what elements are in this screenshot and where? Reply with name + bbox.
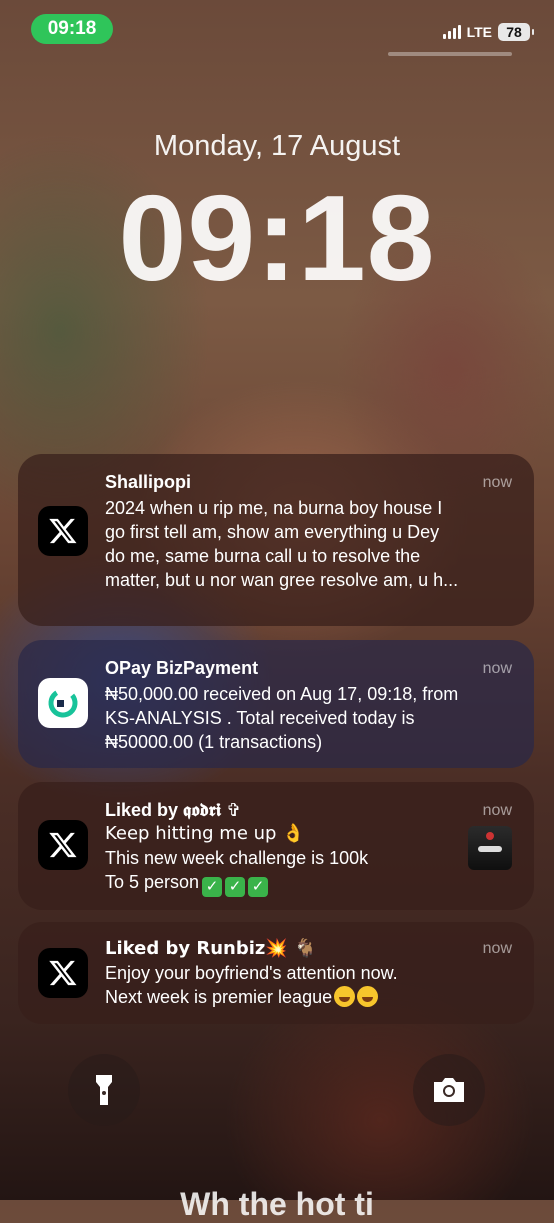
battery-icon: 78 — [498, 23, 534, 41]
body-line: Keep hitting me up 👌 — [105, 823, 305, 844]
media-thumbnail — [468, 826, 512, 870]
notification-title: Liked by 𝖖𝖔𝖉𝖗𝖎 ✞ — [105, 800, 242, 820]
notification-time: now — [482, 940, 512, 957]
body-line: KS-ANALYSIS . Total received today is — [105, 708, 415, 728]
notification-time: now — [482, 474, 512, 491]
check-emoji-icon: ✓ — [225, 877, 246, 897]
notification-body: 2024 when u rip me, na burna boy house I… — [105, 496, 458, 592]
laughing-emoji-icon — [357, 986, 379, 1007]
battery-level: 78 — [506, 24, 522, 40]
body-line-laugh: Next week is premier league — [105, 985, 398, 1009]
status-indicators: LTE 78 — [442, 22, 534, 42]
notification-body: Enjoy your boyfriend's attention now. Ne… — [105, 961, 398, 1009]
x-app-icon — [38, 948, 88, 998]
opay-app-icon — [38, 678, 88, 728]
lockscreen-date: Monday, 17 August — [153, 130, 401, 162]
body-line: 2024 when u rip me, na burna boy house I — [105, 498, 443, 518]
x-app-icon — [38, 820, 88, 870]
body-line: ₦50000.00 (1 transactions) — [105, 732, 323, 752]
laughing-emoji-icon — [334, 986, 356, 1007]
notification-liked-qodri[interactable]: Liked by 𝖖𝖔𝖉𝖗𝖎 ✞ now Keep hitting me up … — [18, 782, 534, 910]
camera-icon — [434, 1078, 464, 1102]
body-line: Next week is premier league — [105, 987, 333, 1007]
camera-button[interactable] — [413, 1054, 485, 1126]
body-line: Enjoy your boyfriend's attention now. — [105, 963, 398, 983]
top-indicator — [388, 52, 512, 56]
body-line: matter, but u nor wan gree resolve am, u… — [105, 570, 459, 590]
flashlight-icon — [96, 1075, 112, 1105]
notification-opay[interactable]: OPay BizPayment now ₦50,000.00 received … — [18, 640, 534, 768]
body-line: do me, same burna call u to resolve the — [105, 546, 421, 566]
body-line: go first tell am, show am everything u D… — [105, 522, 440, 542]
body-line-checks: To 5 person ✓ ✓ ✓ — [105, 870, 368, 897]
x-app-icon — [38, 506, 88, 556]
notification-liked-runbiz[interactable]: Liked by Runbiz💥 🐐 now Enjoy your boyfri… — [18, 922, 534, 1024]
status-bar: 09:18 LTE 78 — [0, 0, 554, 56]
notification-body: Keep hitting me up 👌 This new week chall… — [105, 822, 368, 897]
flashlight-button[interactable] — [68, 1054, 140, 1126]
notification-title: OPay BizPayment — [105, 658, 259, 678]
notification-title: Shallipopi — [105, 472, 192, 492]
lockscreen-clock: 09:18 — [118, 170, 436, 306]
notification-time: now — [482, 802, 512, 819]
body-line: This new week challenge is 100k — [105, 848, 369, 868]
notification-title: Liked by Runbiz💥 🐐 — [105, 938, 317, 959]
partial-caption-text: Wh the hot ti — [180, 1186, 374, 1222]
check-emoji-icon: ✓ — [248, 877, 269, 897]
signal-icon — [442, 25, 461, 39]
status-time[interactable]: 09:18 — [31, 14, 113, 44]
body-line: To 5 person — [105, 872, 200, 892]
notification-body: ₦50,000.00 received on Aug 17, 09:18, fr… — [105, 682, 458, 754]
network-type: LTE — [466, 24, 492, 40]
check-emoji-icon: ✓ — [202, 877, 223, 897]
body-line: ₦50,000.00 received on Aug 17, 09:18, fr… — [105, 684, 459, 704]
notification-time: now — [482, 660, 512, 677]
notification-shallipopi[interactable]: Shallipopi now 2024 when u rip me, na bu… — [18, 454, 534, 626]
